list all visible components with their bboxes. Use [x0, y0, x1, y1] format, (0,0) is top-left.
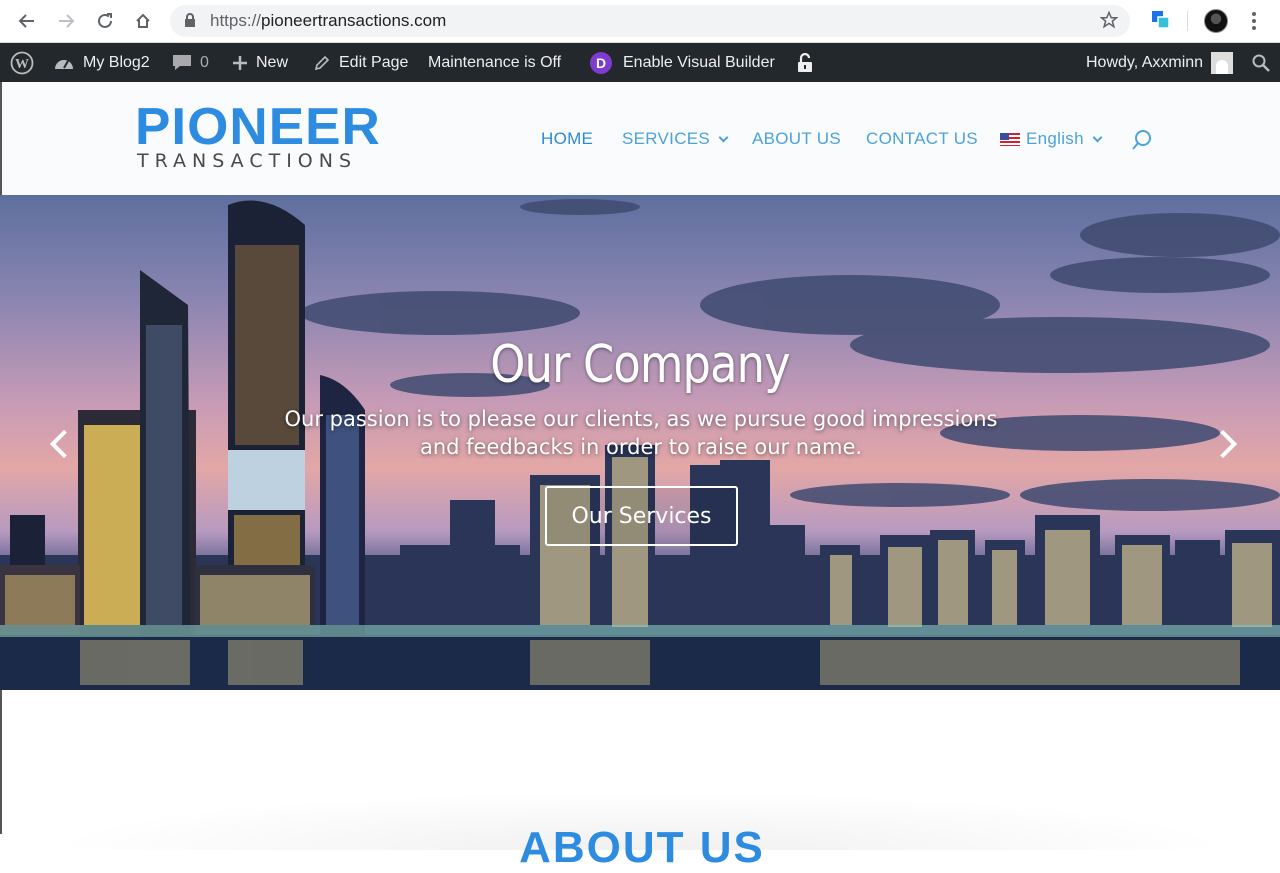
about-heading: ABOUT US [519, 823, 765, 872]
hero-slider: Our Company Our passion is to please our… [0, 195, 1280, 690]
maintenance-label: Maintenance is Off [428, 53, 562, 71]
lock-icon[interactable] [184, 13, 196, 33]
admin-maintenance[interactable]: Maintenance is Off [428, 43, 561, 82]
nav-language-label: English [1026, 129, 1084, 148]
us-flag-icon [1000, 132, 1020, 146]
divi-icon: D [590, 51, 612, 74]
svg-text:W: W [15, 57, 29, 72]
profile-avatar[interactable] [1204, 9, 1228, 33]
nav-services[interactable]: SERVICES [622, 128, 729, 150]
wordpress-logo-icon[interactable]: W [10, 43, 34, 82]
forward-icon[interactable] [53, 8, 79, 34]
nav-about[interactable]: ABOUT US [752, 128, 841, 150]
comment-icon [172, 54, 192, 72]
address-bar[interactable]: https://pioneertransactions.com [170, 5, 1130, 37]
site-search-icon[interactable] [1130, 128, 1154, 157]
dashboard-icon [53, 53, 75, 73]
about-section: ABOUT US [0, 690, 1280, 872]
admin-new[interactable]: New [232, 43, 288, 82]
site-header: PIONEER TRANSACTIONS HOME SERVICES ABOUT… [0, 82, 1280, 195]
hero-title: Our Company [490, 335, 790, 395]
nav-about-label: ABOUT US [752, 129, 841, 148]
divi-letter: D [590, 51, 612, 74]
chrome-menu-icon[interactable] [1246, 10, 1262, 32]
logo-primary-text: PIONEER [135, 98, 381, 156]
user-avatar [1211, 51, 1234, 74]
our-services-label: Our Services [571, 503, 712, 529]
chevron-down-icon [1092, 132, 1103, 142]
extension-icon[interactable] [1150, 9, 1172, 36]
pencil-icon [313, 54, 331, 72]
our-services-button[interactable]: Our Services [545, 486, 738, 546]
nav-contact[interactable]: CONTACT US [866, 128, 978, 150]
url-host: pioneertransactions.com [261, 11, 447, 30]
admin-search-icon[interactable] [1252, 43, 1270, 82]
slider-next-arrow-icon[interactable] [1215, 429, 1235, 459]
unlock-icon[interactable] [797, 43, 813, 82]
bookmark-star-icon[interactable] [1099, 10, 1119, 34]
slider-prev-arrow-icon[interactable] [48, 429, 68, 459]
new-label: New [256, 53, 289, 71]
nav-contact-label: CONTACT US [866, 129, 978, 148]
admin-account[interactable]: Howdy, Axxminn [1086, 43, 1234, 82]
url-protocol: https:// [210, 11, 262, 30]
chevron-down-icon [718, 132, 729, 142]
browser-toolbar: https://pioneertransactions.com [0, 0, 1280, 43]
hero-subtitle: Our passion is to please our clients, as… [284, 407, 998, 459]
nav-home-label: HOME [541, 129, 594, 148]
howdy-label: Howdy, Axxminn [1086, 53, 1204, 71]
visual-builder-label: Enable Visual Builder [623, 53, 775, 71]
plus-icon [232, 55, 248, 71]
reload-icon[interactable] [92, 8, 118, 34]
site-name-label: My Blog2 [83, 53, 150, 71]
admin-edit-page[interactable]: Edit Page [313, 43, 408, 82]
admin-comments[interactable]: 0 [172, 43, 209, 82]
toolbar-divider [1187, 11, 1188, 31]
site-logo[interactable]: PIONEER TRANSACTIONS [135, 101, 380, 174]
admin-site-name[interactable]: My Blog2 [53, 43, 150, 82]
url-text[interactable]: https://pioneertransactions.com [210, 11, 446, 31]
nav-home[interactable]: HOME [541, 128, 593, 150]
home-icon[interactable] [130, 8, 156, 34]
comments-count: 0 [200, 53, 209, 71]
nav-language[interactable]: English [1000, 128, 1103, 150]
wp-admin-bar: W My Blog2 0 New Edit Page Maintenance i… [0, 43, 1280, 82]
admin-visual-builder[interactable]: D Enable Visual Builder [590, 43, 775, 82]
edit-page-label: Edit Page [339, 53, 409, 71]
back-icon[interactable] [14, 8, 40, 34]
nav-services-label: SERVICES [622, 129, 711, 148]
